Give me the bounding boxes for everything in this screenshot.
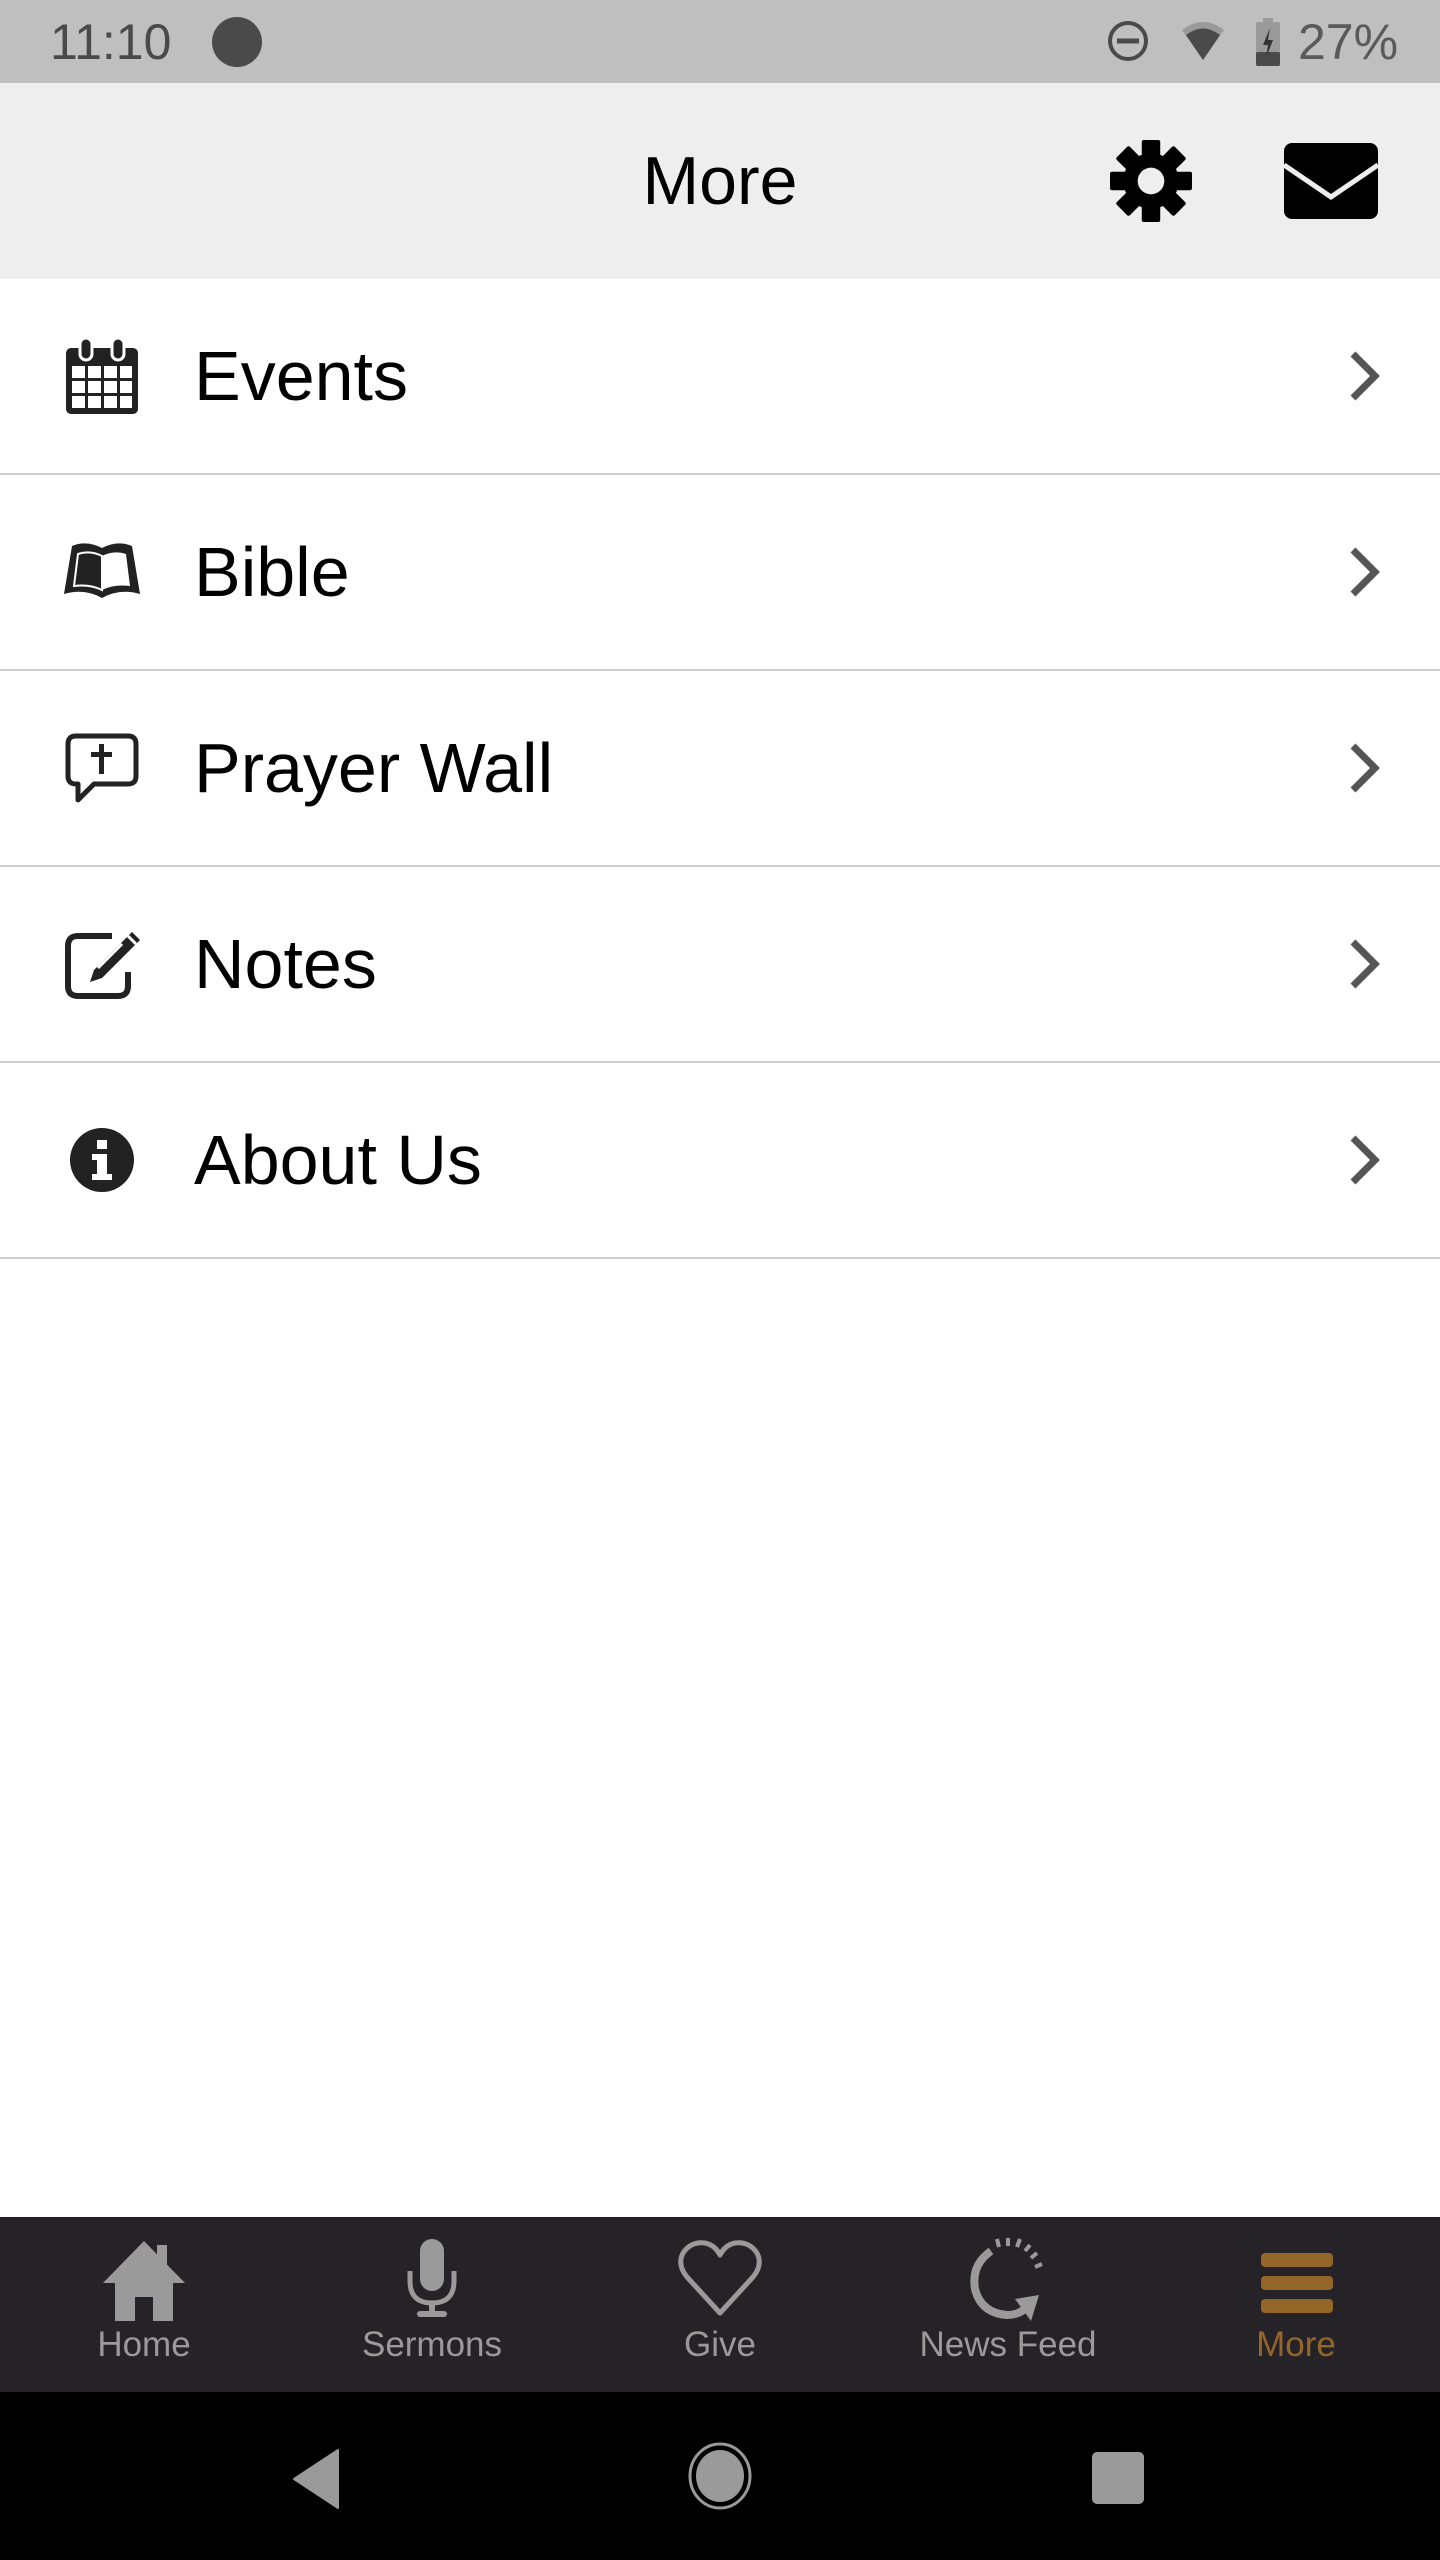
gear-icon[interactable] (1110, 140, 1192, 222)
hamburger-menu-icon (1261, 2253, 1333, 2313)
heart-icon (678, 2240, 762, 2316)
notification-dot-icon (212, 17, 262, 67)
menu-item-label: Prayer Wall (194, 729, 554, 807)
refresh-feed-icon (970, 2238, 1043, 2321)
menu-item-events[interactable]: Events (0, 279, 1440, 475)
page-title: More (642, 143, 798, 219)
tab-label: News Feed (919, 2325, 1097, 2364)
menu-item-label: Events (194, 337, 408, 415)
menu-item-about-us[interactable]: About Us (0, 1063, 1440, 1259)
more-menu-list: Events Bible Prayer Wall Notes About Us (0, 279, 1440, 1259)
info-icon (70, 1128, 134, 1192)
recents-icon[interactable] (1090, 2450, 1146, 2506)
speech-bubble-cross-icon (65, 733, 139, 803)
battery-percent: 27% (1298, 14, 1399, 70)
battery-charging-icon (1256, 18, 1280, 66)
chevron-right-icon (1350, 1135, 1380, 1185)
tab-sermons[interactable]: Sermons (288, 2217, 576, 2392)
tab-news-feed[interactable]: News Feed (864, 2217, 1152, 2392)
wifi-icon (1182, 22, 1224, 60)
chevron-right-icon (1350, 547, 1380, 597)
tab-label: Give (684, 2325, 756, 2364)
menu-item-label: Bible (194, 533, 350, 611)
microphone-icon (407, 2239, 457, 2317)
chevron-right-icon (1350, 939, 1380, 989)
tab-home[interactable]: Home (0, 2217, 288, 2392)
menu-item-label: About Us (194, 1121, 482, 1199)
menu-item-notes[interactable]: Notes (0, 867, 1440, 1063)
tab-label: Sermons (361, 2325, 503, 2364)
home-icon (103, 2241, 185, 2321)
menu-item-bible[interactable]: Bible (0, 475, 1440, 671)
tab-label: Home (97, 2325, 191, 2364)
do-not-disturb-icon (1108, 21, 1148, 61)
chevron-right-icon (1350, 351, 1380, 401)
status-time: 11:10 (50, 14, 172, 70)
tab-label: More (1256, 2325, 1336, 2364)
menu-item-label: Notes (194, 925, 377, 1003)
tab-give[interactable]: Give (576, 2217, 864, 2392)
home-button-icon[interactable] (688, 2442, 752, 2510)
open-book-icon (64, 543, 140, 598)
bottom-tab-bar: Home Sermons Give News Feed More (0, 2217, 1440, 2392)
app-header: More (0, 83, 1440, 279)
chevron-right-icon (1350, 743, 1380, 793)
status-bar: 11:10 27% (0, 0, 1440, 83)
menu-item-prayer-wall[interactable]: Prayer Wall (0, 671, 1440, 867)
envelope-icon[interactable] (1284, 143, 1378, 219)
edit-note-icon (65, 932, 140, 999)
back-icon[interactable] (290, 2448, 342, 2510)
tab-more[interactable]: More (1152, 2217, 1440, 2392)
system-nav-bar (0, 2392, 1440, 2560)
calendar-icon (66, 336, 138, 414)
